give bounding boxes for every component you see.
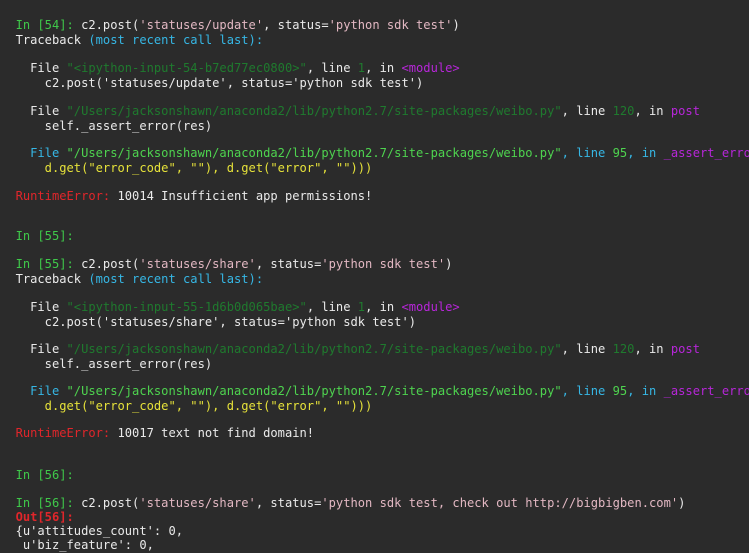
output-text: u'biz_feature': 0, xyxy=(15,538,154,552)
code-text: , status= xyxy=(263,18,329,32)
error-name: RuntimeError: xyxy=(15,426,111,440)
traceback-mrc: (most recent call last): xyxy=(81,33,264,47)
traceback-frame-source: d.get("error_code", ""), d.get("error", … xyxy=(1,384,373,413)
function-name: post xyxy=(670,104,700,118)
traceback-header: Traceback (most recent call last): xyxy=(1,18,264,47)
traceback-header: Traceback (most recent call last): xyxy=(1,257,264,286)
traceback-frame-location: File "<ipython-input-54-b7ed77ec0800>", … xyxy=(1,46,460,75)
line-number: 120 xyxy=(612,104,635,118)
function-name: post xyxy=(670,342,700,356)
traceback-label: Traceback xyxy=(15,272,82,286)
in-keyword: , in xyxy=(634,342,671,356)
traceback-frame-source: c2.post('statuses/update', status='pytho… xyxy=(1,61,424,90)
traceback-mrc: (most recent call last): xyxy=(81,272,264,286)
code-text: ) xyxy=(678,496,686,510)
in-keyword: , in xyxy=(627,146,664,160)
traceback-frame-source: c2.post('statuses/share', status='python… xyxy=(1,300,416,329)
function-name: _assert_error xyxy=(663,146,749,160)
code-text: c2.post( xyxy=(73,496,140,510)
code-text: ) xyxy=(445,257,453,271)
error-message: 10017 text not find domain! xyxy=(110,426,315,440)
input-cell-55[interactable]: In [55]: c2.post('statuses/share', statu… xyxy=(1,242,453,271)
input-prompt: In [55]: xyxy=(15,229,74,243)
source-line: d.get("error_code", ""), d.get("error", … xyxy=(15,161,373,175)
traceback-frame-location: File "/Users/jacksonshawn/anaconda2/lib/… xyxy=(1,131,749,160)
error-name: RuntimeError: xyxy=(15,189,111,203)
traceback-frame-location: File "/Users/jacksonshawn/anaconda2/lib/… xyxy=(1,369,749,398)
line-number: 95 xyxy=(612,384,628,398)
code-string: 'python sdk test, check out http://bigbi… xyxy=(321,496,679,510)
code-string: 'python sdk test' xyxy=(321,257,446,271)
in-keyword: , in xyxy=(627,384,664,398)
output-line: {u'attitudes_count': 0, xyxy=(1,509,183,538)
line-keyword: , line xyxy=(561,342,613,356)
traceback-frame-source: self._assert_error(res) xyxy=(1,342,212,371)
line-number: 95 xyxy=(612,146,628,160)
code-text: , status= xyxy=(255,496,322,510)
code-text: ) xyxy=(452,18,460,32)
input-cell-56[interactable]: In [56]: c2.post('statuses/share', statu… xyxy=(1,481,686,510)
input-cell-54[interactable]: In [54]: c2.post('statuses/update', stat… xyxy=(1,3,460,32)
function-name: _assert_error xyxy=(663,384,749,398)
line-number: 120 xyxy=(612,342,635,356)
code-string: 'statuses/share' xyxy=(139,496,256,510)
traceback-label: Traceback xyxy=(15,33,82,47)
output-prompt-line: Out[56]: xyxy=(1,495,74,524)
code-string: 'python sdk test' xyxy=(328,18,453,32)
error-line: RuntimeError: 10017 text not find domain… xyxy=(1,411,315,440)
input-cell-55-empty[interactable]: In [55]: xyxy=(1,214,74,243)
traceback-frame-location: File "/Users/jacksonshawn/anaconda2/lib/… xyxy=(1,89,700,118)
output-line: u'biz_feature': 0, xyxy=(1,523,154,552)
input-prompt: In [56]: xyxy=(15,468,74,482)
error-message: 10014 Insufficient app permissions! xyxy=(110,189,373,203)
line-keyword: , line xyxy=(561,384,613,398)
source-line: c2.post('statuses/update', status='pytho… xyxy=(15,76,424,90)
traceback-frame-location: File "<ipython-input-55-1d6b0d065bae>", … xyxy=(1,285,460,314)
traceback-frame-source: d.get("error_code", ""), d.get("error", … xyxy=(1,146,373,175)
line-keyword: , line xyxy=(561,146,613,160)
traceback-frame-location: File "/Users/jacksonshawn/anaconda2/lib/… xyxy=(1,327,700,356)
in-keyword: , in xyxy=(634,104,671,118)
traceback-frame-source: self._assert_error(res) xyxy=(1,104,212,133)
input-cell-56-empty[interactable]: In [56]: xyxy=(1,453,74,482)
error-line: RuntimeError: 10014 Insufficient app per… xyxy=(1,174,373,203)
line-keyword: , line xyxy=(561,104,613,118)
code-text: , status= xyxy=(255,257,322,271)
